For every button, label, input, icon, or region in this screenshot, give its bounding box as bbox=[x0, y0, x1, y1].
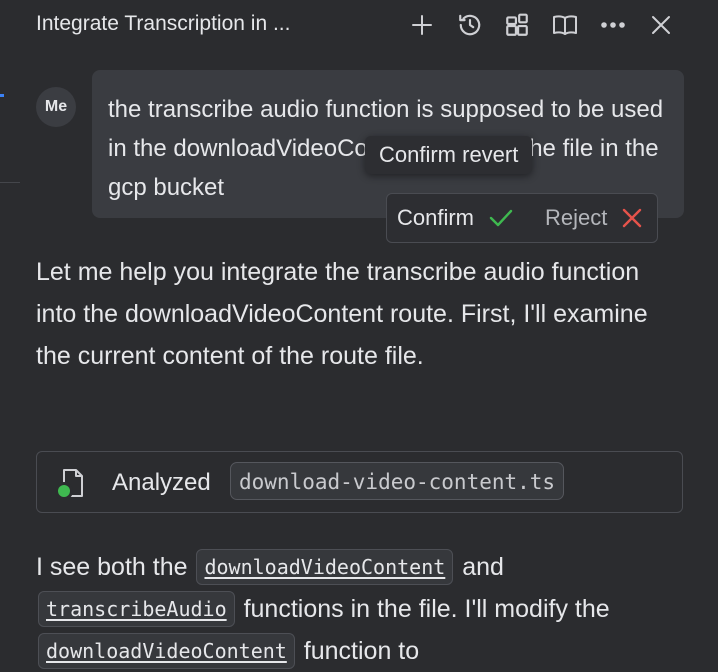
widgets-icon[interactable] bbox=[504, 10, 530, 40]
x-icon bbox=[623, 208, 642, 228]
avatar: Me bbox=[36, 87, 76, 127]
code-link-transcribeaudio[interactable]: transcribeAudio bbox=[38, 591, 235, 627]
assistant-paragraph-2: I see both the downloadVideoContent and … bbox=[36, 546, 686, 672]
confirm-revert-tooltip: Confirm revert bbox=[365, 136, 533, 174]
close-icon[interactable] bbox=[648, 10, 674, 40]
reject-label: Reject bbox=[545, 205, 608, 230]
code-link-downloadvideocontent[interactable]: downloadVideoContent bbox=[196, 549, 454, 585]
check-icon bbox=[489, 209, 513, 227]
conversation-title[interactable]: Integrate Transcription in ... bbox=[36, 12, 290, 36]
tool-call-label: Analyzed bbox=[112, 469, 211, 496]
code-link-downloadvideocontent-2[interactable]: downloadVideoContent bbox=[38, 633, 295, 669]
confirm-revert-button[interactable]: Confirm bbox=[397, 194, 514, 242]
status-dot-icon bbox=[58, 485, 70, 497]
text-segment: and bbox=[462, 553, 504, 581]
book-icon[interactable] bbox=[552, 10, 578, 40]
more-icon[interactable] bbox=[600, 10, 626, 40]
confirm-label: Confirm bbox=[397, 205, 475, 230]
gutter-active-marker bbox=[0, 94, 4, 97]
text-segment: function to bbox=[303, 637, 420, 665]
chat-header: Integrate Transcription in ... bbox=[0, 0, 718, 52]
history-icon[interactable] bbox=[457, 10, 483, 40]
tool-call-analyzed[interactable]: Analyzed download-video-content.ts bbox=[36, 451, 683, 513]
text-segment: functions in the file. I'll modify the bbox=[243, 595, 610, 623]
plus-icon[interactable] bbox=[409, 10, 435, 40]
gutter-divider bbox=[0, 182, 20, 183]
revert-confirm-bar: Confirm Reject bbox=[386, 193, 658, 243]
assistant-paragraph: Let me help you integrate the transcribe… bbox=[36, 258, 648, 370]
text-segment: I see both the bbox=[36, 553, 188, 581]
file-chip[interactable]: download-video-content.ts bbox=[230, 462, 565, 500]
reject-revert-button[interactable]: Reject bbox=[545, 194, 643, 242]
